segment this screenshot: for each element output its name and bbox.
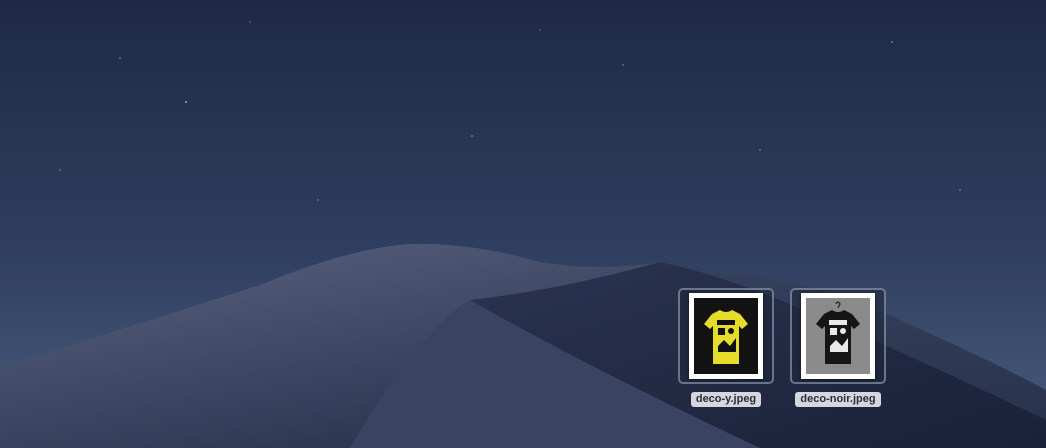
night-dune-wallpaper — [0, 0, 1046, 448]
black-tshirt-icon — [806, 298, 870, 374]
yellow-tshirt-icon — [694, 298, 758, 374]
file-icon-deco-noir[interactable]: deco-noir.jpeg — [788, 288, 888, 407]
desktop[interactable]: deco-y.jpeg deco-noir.jpeg — [0, 0, 1046, 448]
file-icon-deco-y[interactable]: deco-y.jpeg — [676, 288, 776, 407]
image-thumbnail — [801, 293, 875, 379]
selection-highlight — [790, 288, 886, 384]
image-thumbnail — [689, 293, 763, 379]
selection-highlight — [678, 288, 774, 384]
file-name-label: deco-noir.jpeg — [795, 392, 881, 407]
file-name-label: deco-y.jpeg — [690, 392, 762, 407]
